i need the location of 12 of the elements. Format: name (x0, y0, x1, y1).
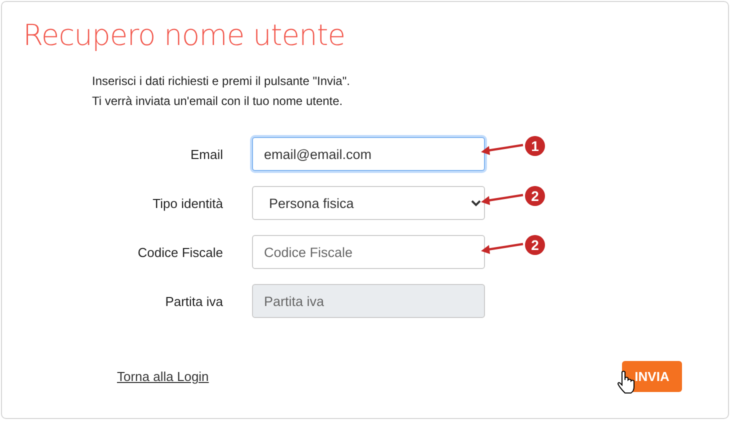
input-field[interactable]: email@email.com (252, 137, 485, 171)
page-title: Recupero nome utente (23, 18, 346, 52)
instruction-text: Ti verrà inviata un'email con il tuo nome utente. (92, 94, 344, 108)
instruction-text: Inserisci i dati richiesti e premi il pulsante "Invia". (92, 74, 351, 88)
field-label: Codice Fiscale (136, 244, 223, 260)
field-label: Partita iva (164, 294, 223, 308)
hand-cursor-icon (617, 370, 637, 394)
field-label: Email (189, 146, 223, 162)
select-field[interactable]: Persona fisica (252, 186, 485, 220)
back-to-login-link[interactable]: Torna alla Login (117, 369, 209, 384)
field-label: Tipo identità (152, 196, 223, 210)
input-field[interactable]: Codice Fiscale (252, 235, 485, 269)
